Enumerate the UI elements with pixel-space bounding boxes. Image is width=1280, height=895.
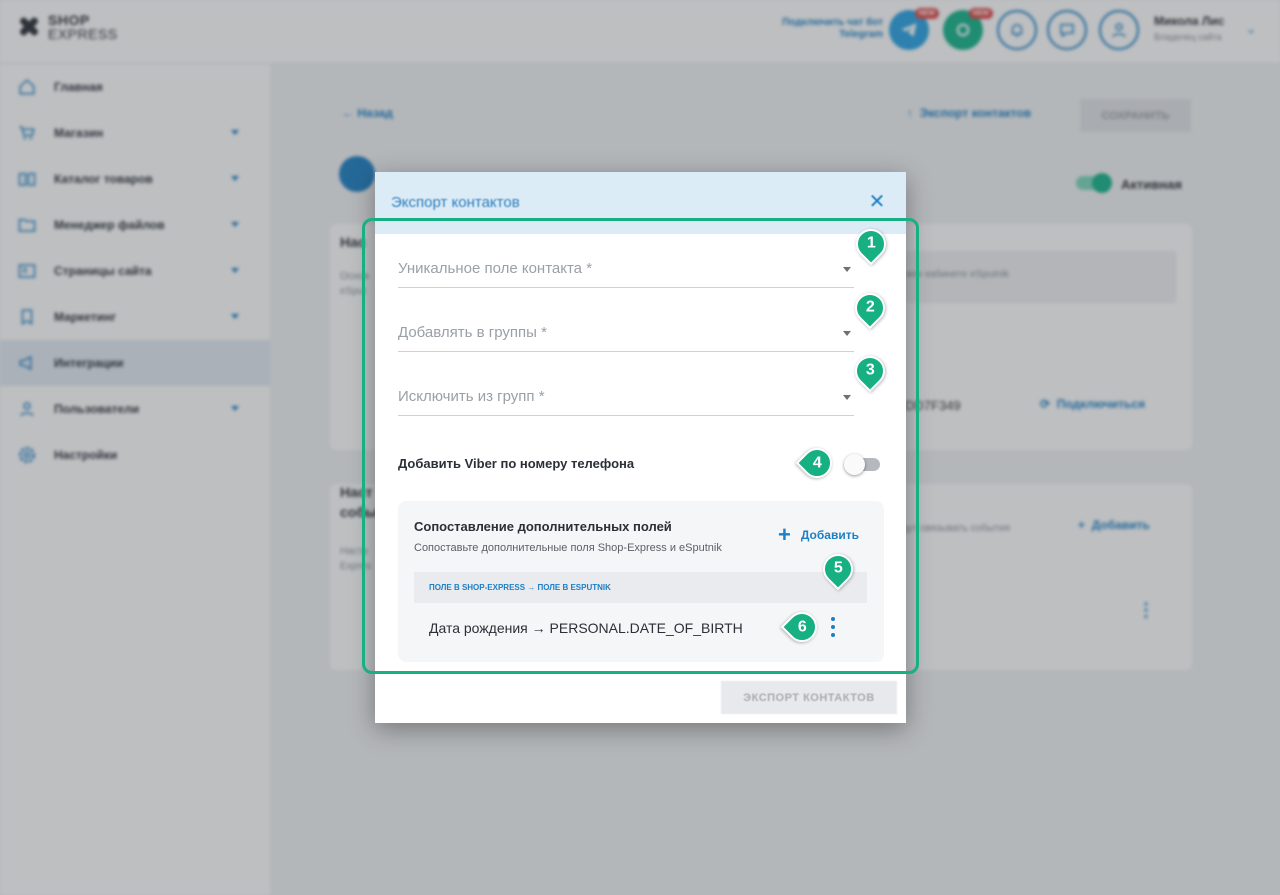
marker-5-label: 5 xyxy=(833,560,843,577)
export-contacts-dialog: Экспорт контактов ✕ Уникальное поле конт… xyxy=(362,172,919,723)
marker-2-label: 2 xyxy=(865,299,875,316)
marker-4-label: 4 xyxy=(812,454,822,471)
marker-3-label: 3 xyxy=(865,362,875,379)
close-icon[interactable]: ✕ xyxy=(867,192,887,212)
dialog-title: Экспорт контактов xyxy=(391,194,520,211)
export-contacts-button[interactable]: ЭКСПОРТ КОНТАКТОВ xyxy=(721,681,897,714)
marker-6-label: 6 xyxy=(797,618,807,635)
marker-1-label: 1 xyxy=(866,235,876,252)
highlight-frame xyxy=(362,218,919,674)
